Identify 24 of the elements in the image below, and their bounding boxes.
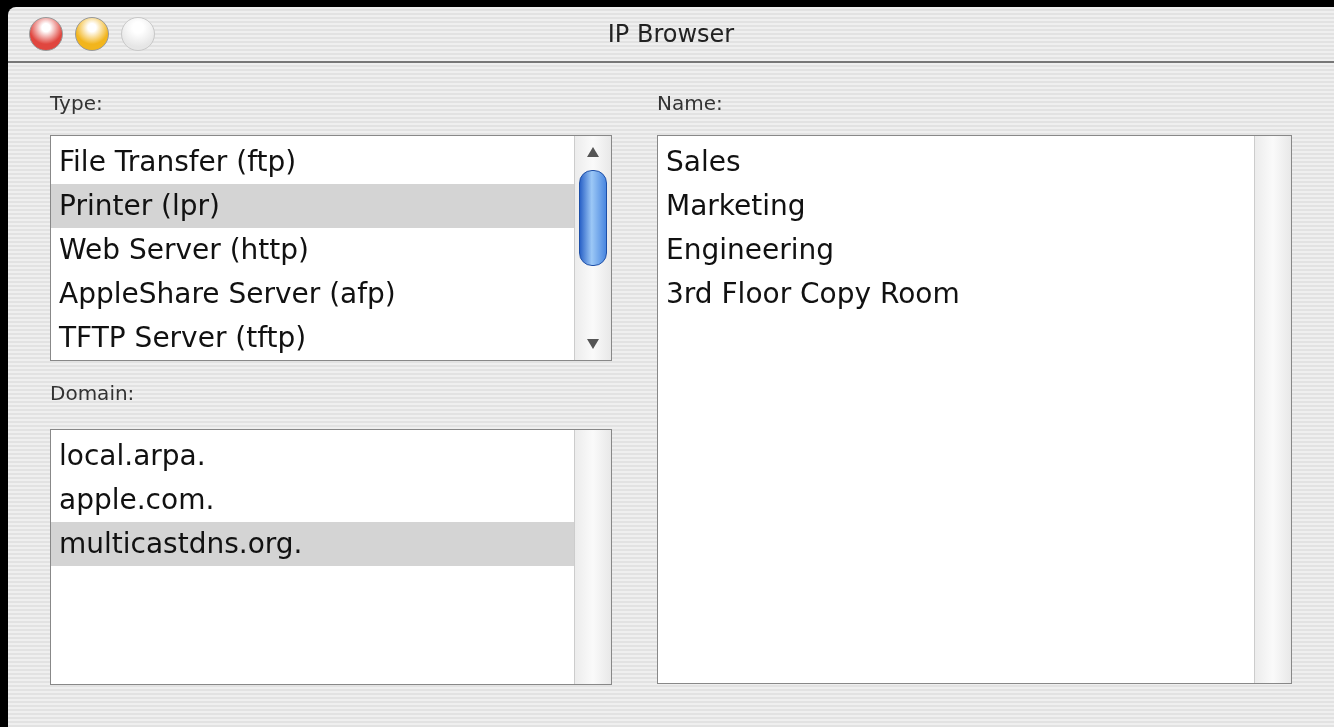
scrollbar[interactable] — [574, 430, 611, 684]
list-item[interactable]: TFTP Server (tftp) — [51, 316, 574, 360]
list-item[interactable]: Engineering — [658, 228, 1254, 272]
list-item[interactable]: Marketing — [658, 184, 1254, 228]
scrollbar[interactable] — [574, 136, 611, 360]
type-label: Type: — [50, 91, 104, 117]
scroll-thumb[interactable] — [579, 170, 607, 266]
window-title: IP Browser — [607, 20, 735, 48]
minimize-button[interactable] — [75, 17, 109, 51]
list-item[interactable]: Web Server (http) — [51, 228, 574, 272]
list-item[interactable]: apple.com. — [51, 478, 574, 522]
list-item[interactable]: Sales — [658, 140, 1254, 184]
scrollbar[interactable] — [1254, 136, 1291, 683]
name-label: Name: — [657, 91, 724, 117]
list-item[interactable]: File Transfer (ftp) — [51, 140, 574, 184]
down-arrow-icon[interactable] — [586, 338, 600, 350]
list-item[interactable]: multicastdns.org. — [51, 522, 574, 566]
list-item[interactable]: Printer (lpr) — [51, 184, 574, 228]
domain-label: Domain: — [50, 381, 136, 407]
close-button[interactable] — [29, 17, 63, 51]
list-item[interactable]: AppleShare Server (afp) — [51, 272, 574, 316]
list-item[interactable]: local.arpa. — [51, 434, 574, 478]
list-item[interactable]: 3rd Floor Copy Room — [658, 272, 1254, 316]
up-arrow-icon[interactable] — [586, 146, 600, 158]
